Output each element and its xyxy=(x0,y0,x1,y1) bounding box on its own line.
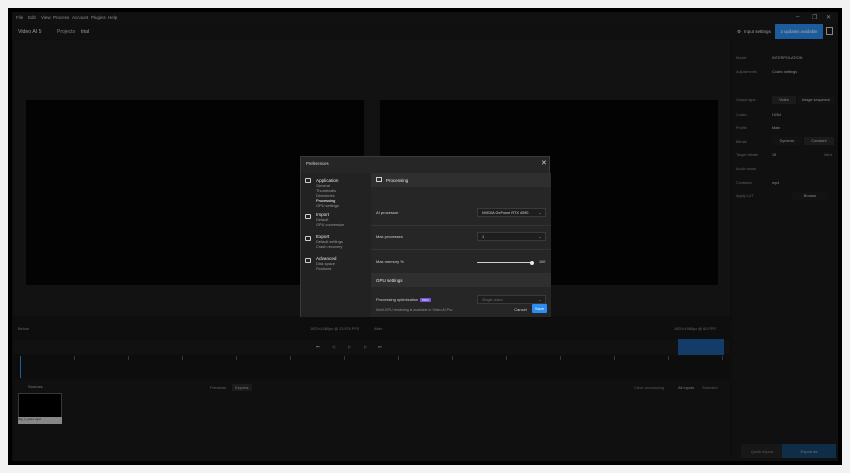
gpu-section-title: GPU settings xyxy=(376,278,403,283)
import-icon xyxy=(305,214,311,219)
processing-optimization-value: Single video xyxy=(482,298,503,302)
divider xyxy=(371,225,551,226)
processing-optimization-text: Processing optimization xyxy=(376,297,419,302)
nav-crash-recovery[interactable]: Crash recovery xyxy=(316,244,342,249)
max-processes-select[interactable]: 1 ⌄ xyxy=(477,232,546,241)
divider xyxy=(371,249,551,250)
gpu-section-header: GPU settings xyxy=(371,273,551,287)
ai-processor-select[interactable]: NVIDIA GeForce RTX 4090 ⌄ xyxy=(477,208,546,217)
max-memory-value: 100 xyxy=(539,260,546,264)
nav-features[interactable]: Features xyxy=(316,266,331,271)
chevron-down-icon: ⌄ xyxy=(538,297,542,302)
chevron-down-icon: ⌄ xyxy=(538,210,542,215)
close-icon[interactable]: ✕ xyxy=(541,159,547,167)
ai-processor-label: AI processor xyxy=(376,210,399,215)
max-processes-value: 1 xyxy=(482,235,485,239)
nav-gpu-conversion[interactable]: GPU conversion xyxy=(316,222,344,227)
processing-optimization-select: Single video ⌄ xyxy=(477,295,546,304)
preferences-nav: Application General Thumbnails Directori… xyxy=(301,173,371,317)
multi-gpu-note: Multi-GPU rendering is available in Vide… xyxy=(376,308,454,312)
save-button[interactable]: Save xyxy=(532,304,547,313)
pro-badge: PRO xyxy=(420,298,431,302)
processing-section-header: Processing xyxy=(371,173,551,187)
dialog-title: Preferences xyxy=(306,161,329,166)
nav-gpu-settings[interactable]: GPU settings xyxy=(316,203,339,208)
max-processes-label: Max processes xyxy=(376,234,403,239)
chevron-down-icon: ⌄ xyxy=(538,234,542,239)
export-icon xyxy=(305,236,311,241)
preferences-content: Processing AI processor NVIDIA GeForce R… xyxy=(371,173,551,317)
max-memory-slider[interactable] xyxy=(477,262,532,263)
application-icon xyxy=(305,178,311,183)
advanced-icon xyxy=(305,258,311,263)
ai-processor-value: NVIDIA GeForce RTX 4090 xyxy=(482,211,529,215)
cancel-button[interactable]: Cancel xyxy=(512,305,529,313)
processing-icon xyxy=(376,177,382,182)
processing-section-title: Processing xyxy=(386,178,409,183)
app-window: File Edit View Process Account Plugins H… xyxy=(12,12,838,461)
max-memory-label: Max memory % xyxy=(376,259,404,264)
max-memory-slider-handle[interactable] xyxy=(530,260,534,265)
processing-optimization-label: Processing optimization PRO xyxy=(376,297,431,302)
preferences-dialog: Preferences ✕ Application General Thumbn… xyxy=(300,156,551,317)
